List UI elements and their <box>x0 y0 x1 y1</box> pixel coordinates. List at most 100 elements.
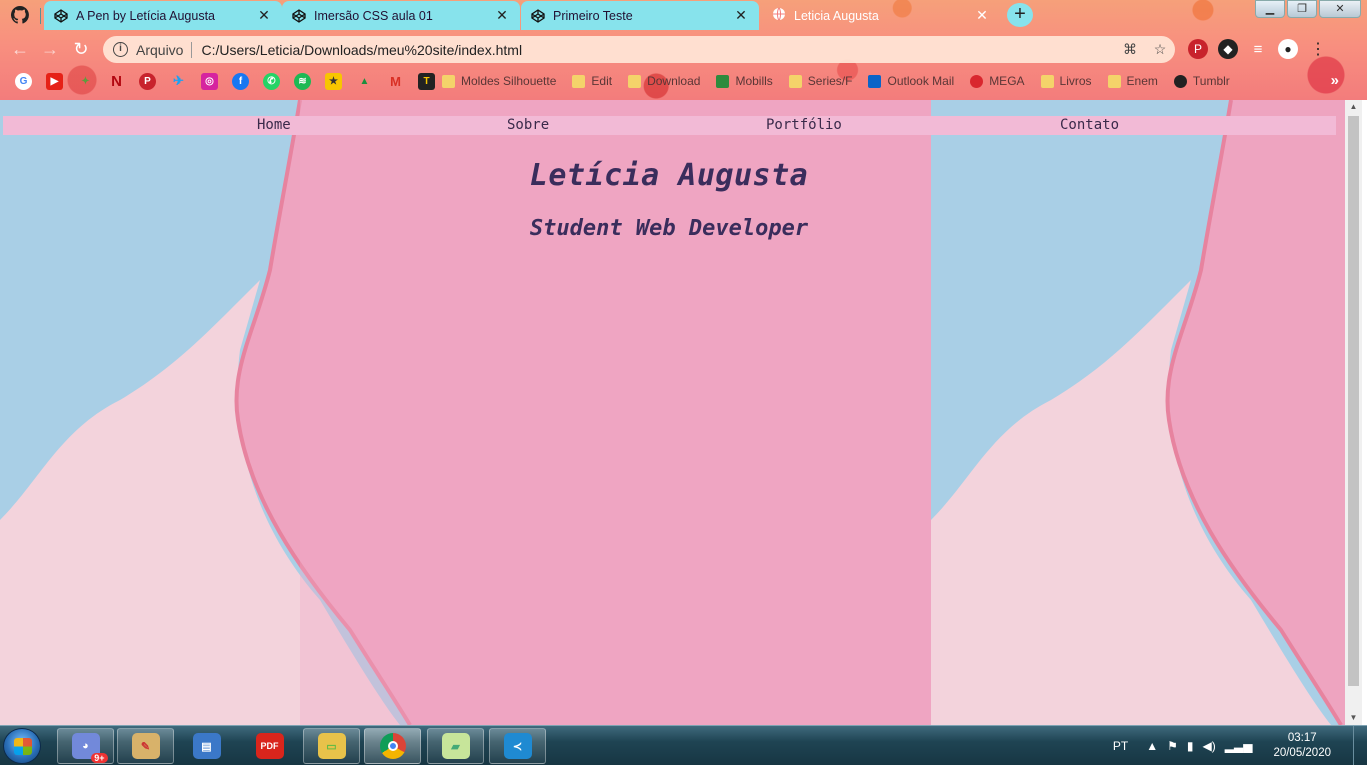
new-tab-button[interactable]: + <box>1007 3 1033 27</box>
clock[interactable]: 03:17 20/05/2020 <box>1273 731 1331 761</box>
translate-icon[interactable]: ⌘ <box>1115 41 1145 58</box>
power-icon[interactable]: ▮ <box>1187 739 1194 753</box>
address-bar[interactable]: i Arquivo C:/Users/Leticia/Downloads/meu… <box>103 36 1175 63</box>
tab-title: Primeiro Teste <box>553 8 633 23</box>
spotify-icon[interactable]: ≋ <box>294 72 311 90</box>
pinterest-icon[interactable]: P <box>139 72 156 90</box>
reload-icon[interactable]: ↻ <box>69 37 93 61</box>
window-edge <box>1362 100 1367 725</box>
tab-title: A Pen by Letícia Augusta <box>76 8 215 23</box>
background-image <box>0 100 931 725</box>
nav-link-sobre[interactable]: Sobre <box>507 117 549 133</box>
scroll-thumb[interactable] <box>1348 116 1359 686</box>
taskbar-discord[interactable]: ◕ 9+ <box>57 728 114 764</box>
bookmark-label: Enem <box>1126 74 1158 88</box>
taskbar-chrome[interactable] <box>364 728 421 764</box>
media-queue-icon[interactable]: ≡ <box>1248 39 1268 59</box>
vertical-scrollbar[interactable]: ▲ ▼ <box>1345 100 1362 725</box>
language-indicator[interactable]: PT <box>1113 739 1128 753</box>
tab-title: Leticia Augusta <box>794 8 879 23</box>
bookmark-outlook-mail[interactable]: Outlook Mail <box>868 74 954 88</box>
github-icon[interactable] <box>6 4 34 26</box>
tab-imersao[interactable]: Imersão CSS aula 01 ✕ <box>282 1 520 30</box>
nav-link-portfolio[interactable]: Portfólio <box>766 117 842 133</box>
minimize-button[interactable]: ▁ <box>1255 0 1285 18</box>
extension-icon[interactable]: ◆ <box>1218 39 1238 59</box>
vscode-icon: ≺ <box>503 733 532 759</box>
google-icon[interactable]: G <box>15 72 32 90</box>
taskbar-notes[interactable]: ▰ <box>427 728 484 764</box>
scroll-up-arrow-icon[interactable]: ▲ <box>1345 100 1362 114</box>
bookmark-enem[interactable]: Enem <box>1107 74 1158 88</box>
window-close-button[interactable]: ✕ <box>1319 0 1361 18</box>
site-subtitle: Student Web Developer <box>529 216 809 241</box>
youtube-icon[interactable]: ▶ <box>46 72 63 90</box>
info-icon[interactable]: i <box>113 42 128 57</box>
gmail-icon[interactable]: M <box>387 73 404 90</box>
tray-expand-icon[interactable]: ▲ <box>1146 739 1158 753</box>
netflix-icon[interactable]: N <box>108 73 125 90</box>
system-tray: PT ▲ ⚑ ▮ ◀) ▂▃▅ 03:17 20/05/2020 <box>1113 726 1367 765</box>
bookmark-moldes-silhouette[interactable]: Moldes Silhouette <box>442 74 556 88</box>
menu-icon[interactable]: ⋮ <box>1308 39 1328 59</box>
address-url[interactable]: C:/Users/Leticia/Downloads/meu%20site/in… <box>201 42 1115 58</box>
taskbar-computer[interactable]: ▤ <box>178 728 235 764</box>
bookmark-download[interactable]: Download <box>628 74 700 88</box>
google-drive-icon[interactable]: ▲ <box>356 73 373 90</box>
bookmark-label: Download <box>647 74 701 88</box>
tab-primeiro-teste[interactable]: Primeiro Teste ✕ <box>521 1 759 30</box>
address-scheme-label: Arquivo <box>136 41 184 58</box>
tumblr-icon <box>1173 74 1187 88</box>
forward-arrow-icon[interactable]: → <box>38 37 62 61</box>
close-icon[interactable]: ✕ <box>733 7 749 24</box>
clock-date: 20/05/2020 <box>1273 747 1331 759</box>
twitter-icon[interactable]: ✈ <box>170 73 187 90</box>
profile-avatar[interactable]: ● <box>1278 39 1298 59</box>
network-signal-icon[interactable]: ▂▃▅ <box>1225 739 1253 753</box>
maximize-button[interactable]: ❐ <box>1287 0 1317 18</box>
taskbar-vscode[interactable]: ≺ <box>489 728 546 764</box>
extension-icons: P ◆ ≡ ● ⋮ <box>1188 39 1328 59</box>
taskbar-paint[interactable]: ✎ <box>117 728 174 764</box>
tab-leticia-augusta[interactable]: Leticia Augusta ✕ <box>762 1 1000 30</box>
clock-time: 03:17 <box>1287 732 1317 744</box>
instagram-icon[interactable]: ◎ <box>201 72 218 90</box>
close-icon[interactable]: ✕ <box>494 7 510 24</box>
close-icon[interactable]: ✕ <box>256 7 272 24</box>
nav-link-home[interactable]: Home <box>257 117 291 133</box>
folder-icon <box>1040 74 1054 88</box>
bookmark-mobills[interactable]: Mobills <box>716 74 773 88</box>
volume-icon[interactable]: ◀) <box>1203 739 1216 753</box>
facebook-icon[interactable]: f <box>232 72 249 90</box>
globe-icon <box>772 7 786 24</box>
bookmark-mega[interactable]: MEGA <box>970 74 1025 88</box>
taskbar-pdf[interactable]: PDF <box>241 728 298 764</box>
nav-link-contato[interactable]: Contato <box>1060 117 1119 133</box>
bookmark-star-icon[interactable]: ☆ <box>1145 41 1175 58</box>
whatsapp-icon[interactable]: ✆ <box>263 72 280 90</box>
page-viewport: Home Sobre Portfólio Contato Letícia Aug… <box>0 100 1345 725</box>
folder-icon <box>1107 74 1121 88</box>
tab-title: Imersão CSS aula 01 <box>314 8 433 23</box>
close-icon[interactable]: ✕ <box>974 7 990 24</box>
star-app-icon[interactable]: ★ <box>325 72 342 90</box>
bookmark-edit[interactable]: Edit <box>572 74 612 88</box>
paint-palette-icon: ✎ <box>131 733 160 759</box>
tidal-t-icon[interactable]: T <box>418 72 435 90</box>
bookmarks-overflow-button[interactable]: » <box>1331 72 1339 89</box>
action-center-icon[interactable]: ⚑ <box>1167 739 1178 753</box>
show-desktop-button[interactable] <box>1353 726 1367 765</box>
pinterest-icon[interactable]: P <box>1188 39 1208 59</box>
scroll-down-arrow-icon[interactable]: ▼ <box>1345 711 1362 725</box>
bookmark-series[interactable]: Series/F <box>788 74 852 88</box>
window-controls: ▁ ❐ ✕ <box>1255 0 1361 18</box>
start-button[interactable] <box>3 728 41 764</box>
bookmark-tumblr[interactable]: Tumblr <box>1173 74 1230 88</box>
taskbar-explorer[interactable]: ▭ <box>303 728 360 764</box>
tab-pen[interactable]: A Pen by Letícia Augusta ✕ <box>44 1 282 30</box>
bookmark-livros[interactable]: Livros <box>1040 74 1092 88</box>
back-arrow-icon[interactable]: ← <box>8 37 32 61</box>
photos-icon[interactable]: ✦ <box>77 73 94 90</box>
site-nav-bar: Home Sobre Portfólio Contato <box>3 116 1336 135</box>
bookmark-label: MEGA <box>989 74 1025 88</box>
